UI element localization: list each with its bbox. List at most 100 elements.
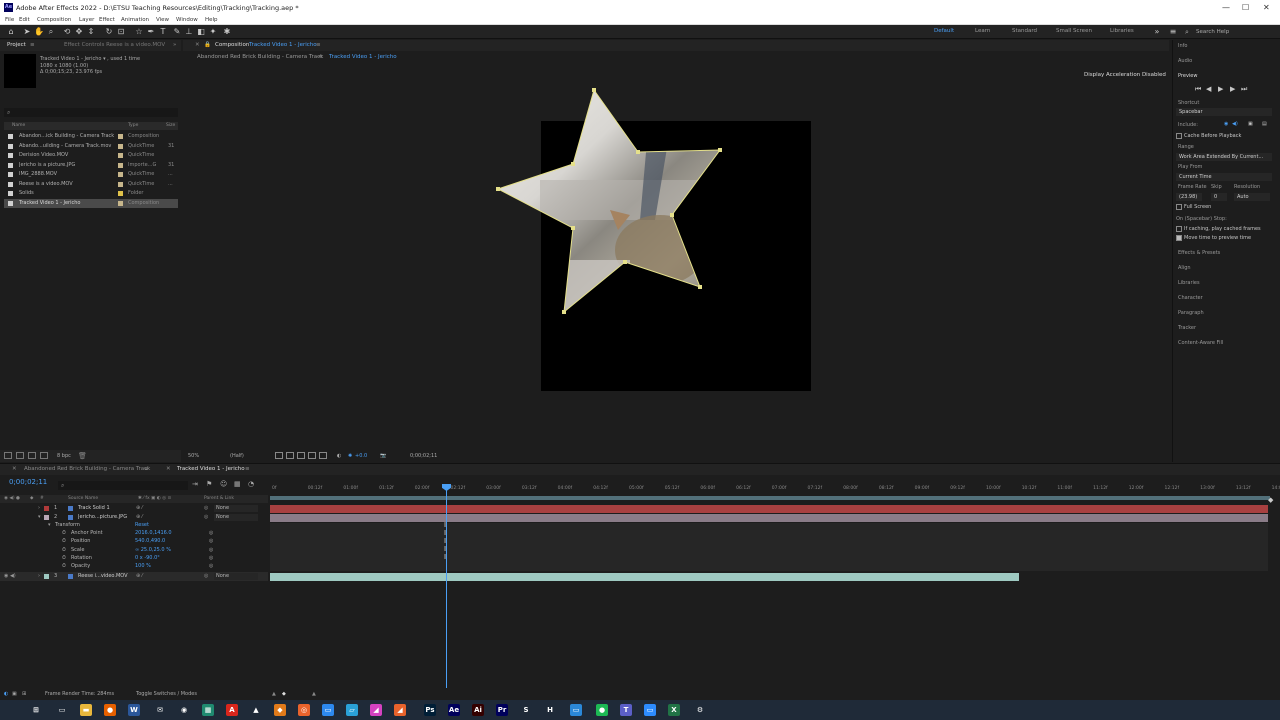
breadcrumb-item-camera-track[interactable]: Abandoned Red Brick Building - Camera Tr… <box>197 54 323 60</box>
roto-brush-icon[interactable]: ✦ <box>208 27 218 37</box>
range-dropdown[interactable]: Work Area Extended By Current... <box>1176 153 1272 161</box>
eraser-tool-icon[interactable]: ◧ <box>196 27 206 37</box>
project-item[interactable]: Derision Video.MOV QuickTime <box>4 151 178 160</box>
play-icon[interactable]: ▶ <box>1218 85 1223 93</box>
mail-icon[interactable]: ✉ <box>154 704 166 716</box>
vlc-icon[interactable]: ▲ <box>250 704 262 716</box>
firefox-icon[interactable]: ● <box>104 704 116 716</box>
new-comp-icon[interactable] <box>28 452 36 459</box>
menu-edit[interactable]: Edit <box>19 17 30 23</box>
photoshop-icon[interactable]: Ps <box>424 704 436 716</box>
mask-visibility-icon[interactable] <box>297 452 305 459</box>
layer-row[interactable]: ◉ ◀) › 3 Reese i...video.MOV ⊕ ⁄ ◎ None <box>0 572 268 581</box>
label-color-swatch[interactable] <box>118 162 123 168</box>
property-value[interactable]: 0 x -90.0° <box>135 554 160 562</box>
selection-tool-icon[interactable]: ➤ <box>22 27 32 37</box>
excel-icon[interactable]: X <box>668 704 680 716</box>
settings-icon[interactable] <box>40 452 48 459</box>
workspace-default[interactable]: Default <box>934 28 954 34</box>
include-layer-controls-icon[interactable]: ▤ <box>1262 121 1267 127</box>
keyframe-anchor-point[interactable]: I <box>444 522 449 529</box>
layer-name[interactable]: Track Solid 1 <box>78 504 136 513</box>
app-h-icon[interactable]: H <box>544 704 556 716</box>
property-row[interactable]: ⏱ Rotation 0 x -90.0° ◎ <box>0 554 268 562</box>
last-frame-icon[interactable]: ⏭ <box>1241 85 1247 94</box>
menu-composition[interactable]: Composition <box>37 17 71 23</box>
layer-switches-icon[interactable]: ⊕ ⁄ <box>136 572 143 581</box>
new-folder-icon[interactable] <box>16 452 24 459</box>
channels-icon[interactable]: ◐ <box>337 453 341 459</box>
dolly-tool-icon[interactable]: ⇕ <box>86 27 96 37</box>
include-video-icon[interactable]: ◉ <box>1224 121 1228 127</box>
lock-icon[interactable]: 🔒 <box>204 42 211 48</box>
tab-project[interactable]: Project <box>7 42 26 48</box>
file-explorer-icon[interactable]: ▬ <box>80 704 92 716</box>
keyframe-scale[interactable]: I <box>444 538 449 545</box>
full-screen-checkbox[interactable] <box>1176 204 1182 210</box>
tab-comp-name[interactable]: Tracked Video 1 - Jericho <box>249 42 317 48</box>
project-item[interactable]: Reese is a video.MOV QuickTime... <box>4 180 178 189</box>
project-item[interactable]: IMG_2888.MOV QuickTime... <box>4 170 178 179</box>
close-tab-icon[interactable]: ✕ <box>195 42 200 48</box>
label-color-swatch[interactable] <box>118 172 123 177</box>
panel-paragraph[interactable]: Paragraph <box>1178 310 1204 316</box>
chrome-icon[interactable]: ◉ <box>178 704 190 716</box>
play-from-dropdown[interactable]: Current Time <box>1176 173 1272 181</box>
transform-group[interactable]: ▾ Transform Reset <box>0 521 268 529</box>
work-area-bar[interactable] <box>270 496 1270 500</box>
menu-file[interactable]: File <box>5 17 14 23</box>
zoom-icon[interactable]: ▭ <box>644 704 656 716</box>
panel-info[interactable]: Info <box>1178 43 1187 49</box>
app-icon-3[interactable]: ▱ <box>346 704 358 716</box>
layer-switches-icon[interactable]: ⊕ ⁄ <box>136 504 143 513</box>
expression-pickwhip-icon[interactable]: ◎ <box>209 554 213 562</box>
close-tab-icon[interactable]: ✕ <box>12 466 17 472</box>
expression-pickwhip-icon[interactable]: ◎ <box>209 529 213 537</box>
panel-tracker[interactable]: Tracker <box>1178 325 1196 331</box>
grid-guides-icon[interactable] <box>319 452 327 459</box>
av-features-icon[interactable]: ◉ ◀) ● <box>4 496 20 501</box>
search-help-input[interactable]: ⌕ Search Help <box>1184 27 1276 37</box>
frame-rate-dropdown[interactable]: (23.98) <box>1176 193 1202 201</box>
property-value[interactable]: 540.0,490.0 <box>135 537 165 545</box>
timeline-search-input[interactable]: ⌕ <box>58 481 188 490</box>
column-type[interactable]: Type <box>128 123 138 128</box>
parent-pickwhip-icon[interactable]: ◎ <box>204 572 208 581</box>
resolution-dropdown[interactable]: (Half) <box>230 453 244 459</box>
app-icon-2[interactable]: ▭ <box>322 704 334 716</box>
label-color-swatch[interactable] <box>118 134 123 139</box>
shy-layers-icon[interactable]: ☺ <box>220 480 227 488</box>
app-icon-4[interactable]: ◢ <box>394 704 406 716</box>
expression-pickwhip-icon[interactable]: ◎ <box>209 546 213 554</box>
playhead-line[interactable] <box>446 484 447 688</box>
timeline-tab-tracked-video[interactable]: Tracked Video 1 - Jericho <box>177 466 245 472</box>
cache-icon[interactable]: ▣ <box>12 691 17 697</box>
comp-tab-menu-icon[interactable]: ≡ <box>316 42 321 48</box>
clone-tool-icon[interactable]: ⊥ <box>184 27 194 37</box>
label-color-swatch[interactable] <box>118 181 123 187</box>
panel-character[interactable]: Character <box>1178 295 1203 301</box>
move-time-checkbox[interactable] <box>1176 235 1182 241</box>
menu-effect[interactable]: Effect <box>99 17 115 23</box>
type-tool-icon[interactable]: T <box>158 27 168 37</box>
property-value[interactable]: ∞ 25.0,25.0 % <box>135 546 171 554</box>
project-item[interactable]: Tracked Video 1 - Jericho Composition <box>4 198 178 208</box>
layer-bar-reese[interactable] <box>270 573 1019 581</box>
project-search-input[interactable]: ⌕ <box>4 108 178 117</box>
switches-column-icon[interactable]: ✱ ⁄ fx ▣ ◐ ◎ ⊙ <box>138 496 171 501</box>
menu-window[interactable]: Window <box>176 17 198 23</box>
rotate-tool-icon[interactable]: ↻ <box>104 27 114 37</box>
settings-icon[interactable]: ⚙ <box>694 704 706 716</box>
workspace-menu-icon[interactable]: ≡ <box>1168 27 1178 37</box>
comp-mini-flowchart-icon[interactable]: ⇥ <box>192 480 198 488</box>
panel-content-aware-fill[interactable]: Content-Aware Fill <box>1178 340 1223 346</box>
anchor-tool-icon[interactable]: ⊡ <box>116 27 126 37</box>
include-audio-icon[interactable]: ◀) <box>1232 121 1238 127</box>
layer-label-color[interactable] <box>44 574 49 579</box>
trash-icon[interactable]: 🗑 <box>78 452 87 460</box>
menu-layer[interactable]: Layer <box>79 17 94 23</box>
twirl-arrow-icon[interactable]: › <box>38 572 40 581</box>
frame-blending-icon[interactable]: ▦ <box>234 480 241 488</box>
stopwatch-icon[interactable]: ⏱ <box>62 529 66 537</box>
transparency-grid-icon[interactable] <box>286 452 294 459</box>
